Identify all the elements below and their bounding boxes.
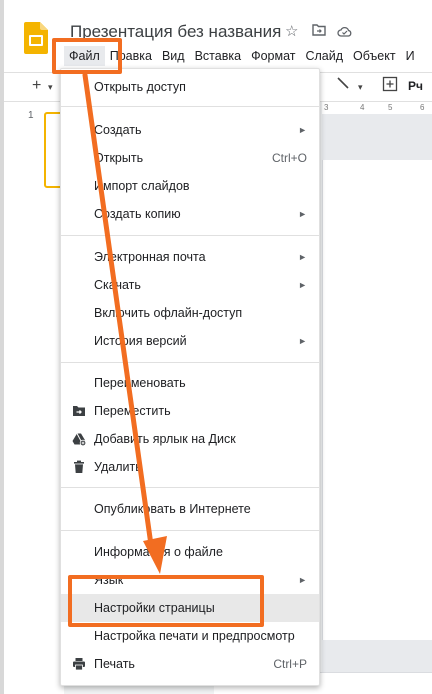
menu-item-label: Опубликовать в Интернете: [94, 502, 251, 516]
menu-item-label: Открыть: [94, 151, 144, 165]
menu-object[interactable]: Объект: [348, 46, 401, 66]
ruler-tick: 6: [420, 103, 425, 112]
menu-divider: [61, 106, 319, 107]
menu-item-label: Открыть доступ: [94, 80, 186, 94]
highlight-box-file-menu: [52, 38, 122, 74]
menu-item-label: Добавить ярлык на Диск: [94, 432, 236, 446]
ruler: 3 4 5 6: [322, 102, 432, 114]
filmstrip-panel: [4, 102, 64, 694]
menu-item-label: Удалить: [94, 460, 142, 474]
menu-item-file-info[interactable]: Информация о файле: [61, 538, 319, 566]
drive-shortcut-icon: [72, 433, 86, 446]
menu-item-email[interactable]: Электронная почта ►: [61, 243, 319, 271]
menu-item-shortcut: Ctrl+P: [273, 657, 307, 671]
ruler-tick: 3: [324, 103, 329, 112]
submenu-arrow-icon: ►: [298, 575, 307, 585]
menu-insert[interactable]: Вставка: [190, 46, 246, 66]
line-dropdown-icon[interactable]: ▾: [358, 82, 363, 93]
submenu-arrow-icon: ►: [298, 336, 307, 346]
menu-item-label: Информация о файле: [94, 545, 223, 559]
menu-item-add-drive-shortcut[interactable]: Добавить ярлык на Диск: [61, 425, 319, 453]
print-icon: [73, 658, 85, 671]
menu-item-delete[interactable]: Удалить: [61, 453, 319, 481]
menu-item-share[interactable]: Открыть доступ: [61, 73, 319, 101]
menu-format[interactable]: Формат: [246, 46, 300, 66]
menu-divider: [61, 530, 319, 531]
new-slide-dropdown-icon[interactable]: ▾: [48, 82, 53, 93]
menu-item-make-copy[interactable]: Создать копию ►: [61, 200, 319, 228]
menu-item-shortcut: Ctrl+O: [271, 151, 307, 165]
move-folder-icon[interactable]: [312, 24, 326, 39]
menu-item-label: Переименовать: [94, 376, 186, 390]
menu-tools[interactable]: И: [401, 46, 420, 66]
menu-item-label: Создать: [94, 123, 142, 137]
menu-divider: [61, 487, 319, 488]
submenu-arrow-icon: ►: [298, 209, 307, 219]
menu-item-move[interactable]: Переместить: [61, 397, 319, 425]
cloud-status-icon[interactable]: [337, 24, 352, 41]
submenu-arrow-icon: ►: [298, 125, 307, 135]
submenu-arrow-icon: ►: [298, 252, 307, 262]
ruler-tick: 5: [388, 103, 393, 112]
menu-item-label: Создать копию: [94, 207, 181, 221]
menu-item-label: Включить офлайн-доступ: [94, 306, 243, 320]
menu-divider: [61, 235, 319, 236]
menu-item-label: Переместить: [94, 404, 171, 418]
slide-canvas[interactable]: [322, 160, 432, 640]
menu-item-label: Электронная почта: [94, 250, 206, 264]
insert-box-icon[interactable]: [382, 76, 398, 97]
highlight-box-page-setup: [68, 575, 264, 627]
menu-item-download[interactable]: Скачать ►: [61, 271, 319, 299]
menu-divider: [61, 362, 319, 363]
slide-number: 1: [28, 110, 34, 121]
menu-item-label: Импорт слайдов: [94, 179, 190, 193]
move-to-folder-icon: [73, 406, 85, 416]
slides-logo-icon[interactable]: [24, 22, 48, 54]
menu-view[interactable]: Вид: [157, 46, 190, 66]
new-slide-button[interactable]: +: [32, 77, 41, 95]
menu-item-label: История версий: [94, 334, 187, 348]
menu-item-import-slides[interactable]: Импорт слайдов: [61, 172, 319, 200]
menu-item-open[interactable]: Открыть Ctrl+O: [61, 144, 319, 172]
menu-slide[interactable]: Слайд: [300, 46, 348, 66]
menu-item-label: Скачать: [94, 278, 141, 292]
menu-item-label: Печать: [94, 657, 135, 671]
menu-item-offline[interactable]: Включить офлайн-доступ: [61, 299, 319, 327]
text-tool-button[interactable]: Рч: [408, 79, 423, 93]
star-icon[interactable]: ☆: [285, 22, 298, 40]
menu-item-new[interactable]: Создать ►: [61, 116, 319, 144]
line-tool-icon[interactable]: [336, 76, 350, 95]
submenu-arrow-icon: ►: [298, 280, 307, 290]
ruler-tick: 4: [360, 103, 365, 112]
trash-icon: [74, 460, 84, 473]
menu-item-print[interactable]: Печать Ctrl+P: [61, 650, 319, 678]
menu-item-rename[interactable]: Переименовать: [61, 369, 319, 397]
menu-item-publish-web[interactable]: Опубликовать в Интернете: [61, 495, 319, 523]
menu-item-version-history[interactable]: История версий ►: [61, 327, 319, 355]
